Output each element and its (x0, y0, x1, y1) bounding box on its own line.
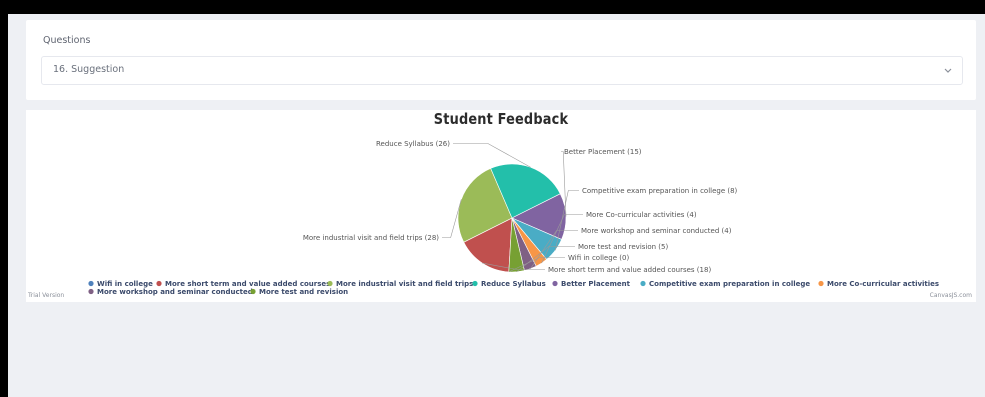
questions-select-value: 16. Suggestion (53, 64, 125, 75)
legend-item-more-workshop-and-seminar-conducted[interactable]: More workshop and seminar conducted (97, 288, 253, 296)
legend-item-competitive-exam-preparation-in-college[interactable]: Competitive exam preparation in college (649, 280, 810, 288)
index-label-competitive-exam-preparation-in-college: Competitive exam preparation in college … (582, 187, 738, 195)
trial-version-credit: Trial Version (28, 292, 65, 299)
legend-item-better-placement[interactable]: Better Placement (561, 280, 631, 288)
legend-marker-more-short-term-and-value-added-courses (156, 280, 162, 287)
legend-marker-competitive-exam-preparation-in-college (640, 280, 646, 287)
legend-marker-more-co-curricular-activities (818, 280, 824, 287)
index-label-more-workshop-and-seminar-conducted: More workshop and seminar conducted (4) (581, 227, 732, 235)
legend-marker-wifi-in-college (88, 280, 94, 287)
chevron-down-icon (944, 68, 952, 73)
index-label-more-short-term-and-value-added-courses: More short term and value added courses … (548, 266, 711, 274)
legend-item-more-short-term-and-value-added-courses[interactable]: More short term and value added courses (165, 280, 330, 288)
legend-marker-more-workshop-and-seminar-conducted (88, 288, 94, 295)
legend-item-more-test-and-revision[interactable]: More test and revision (259, 288, 348, 296)
index-label-reduce-syllabus: Reduce Syllabus (26) (376, 140, 450, 148)
legend-marker-better-placement (552, 280, 558, 287)
index-label-wifi-in-college: Wifi in college (0) (568, 254, 629, 262)
legend-item-more-co-curricular-activities[interactable]: More Co-curricular activities (827, 280, 939, 288)
canvasjs-credit[interactable]: CanvasJS.com (930, 292, 972, 299)
legend-marker-more-test-and-revision (250, 288, 256, 295)
index-label-line-reduce-syllabus (453, 143, 531, 168)
index-label-more-test-and-revision: More test and revision (5) (578, 243, 668, 251)
legend-item-more-industrial-visit-and-field-trips[interactable]: More industrial visit and field trips (336, 280, 473, 288)
questions-select[interactable]: 16. Suggestion (41, 56, 963, 85)
chart-title: Student Feedback (433, 110, 569, 128)
app-screen: Questions 16. Suggestion Reduce Syllabus… (8, 14, 985, 397)
legend-marker-more-industrial-visit-and-field-trips (327, 280, 333, 287)
questions-label: Questions (43, 35, 91, 46)
legend-item-reduce-syllabus[interactable]: Reduce Syllabus (481, 280, 546, 288)
index-label-more-industrial-visit-and-field-trips: More industrial visit and field trips (2… (303, 234, 439, 242)
legend-item-wifi-in-college[interactable]: Wifi in college (97, 280, 153, 288)
legend-marker-reduce-syllabus (472, 280, 478, 287)
student-feedback-chart: Reduce Syllabus (26) Better Placement (15… (26, 110, 976, 302)
index-label-better-placement: Better Placement (15) (564, 148, 642, 156)
index-label-more-co-curricular-activities: More Co-curricular activities (4) (586, 211, 697, 219)
pie-chart-svg: Reduce Syllabus (26) Better Placement (15… (88, 140, 939, 296)
questions-card: Questions 16. Suggestion (26, 20, 976, 100)
